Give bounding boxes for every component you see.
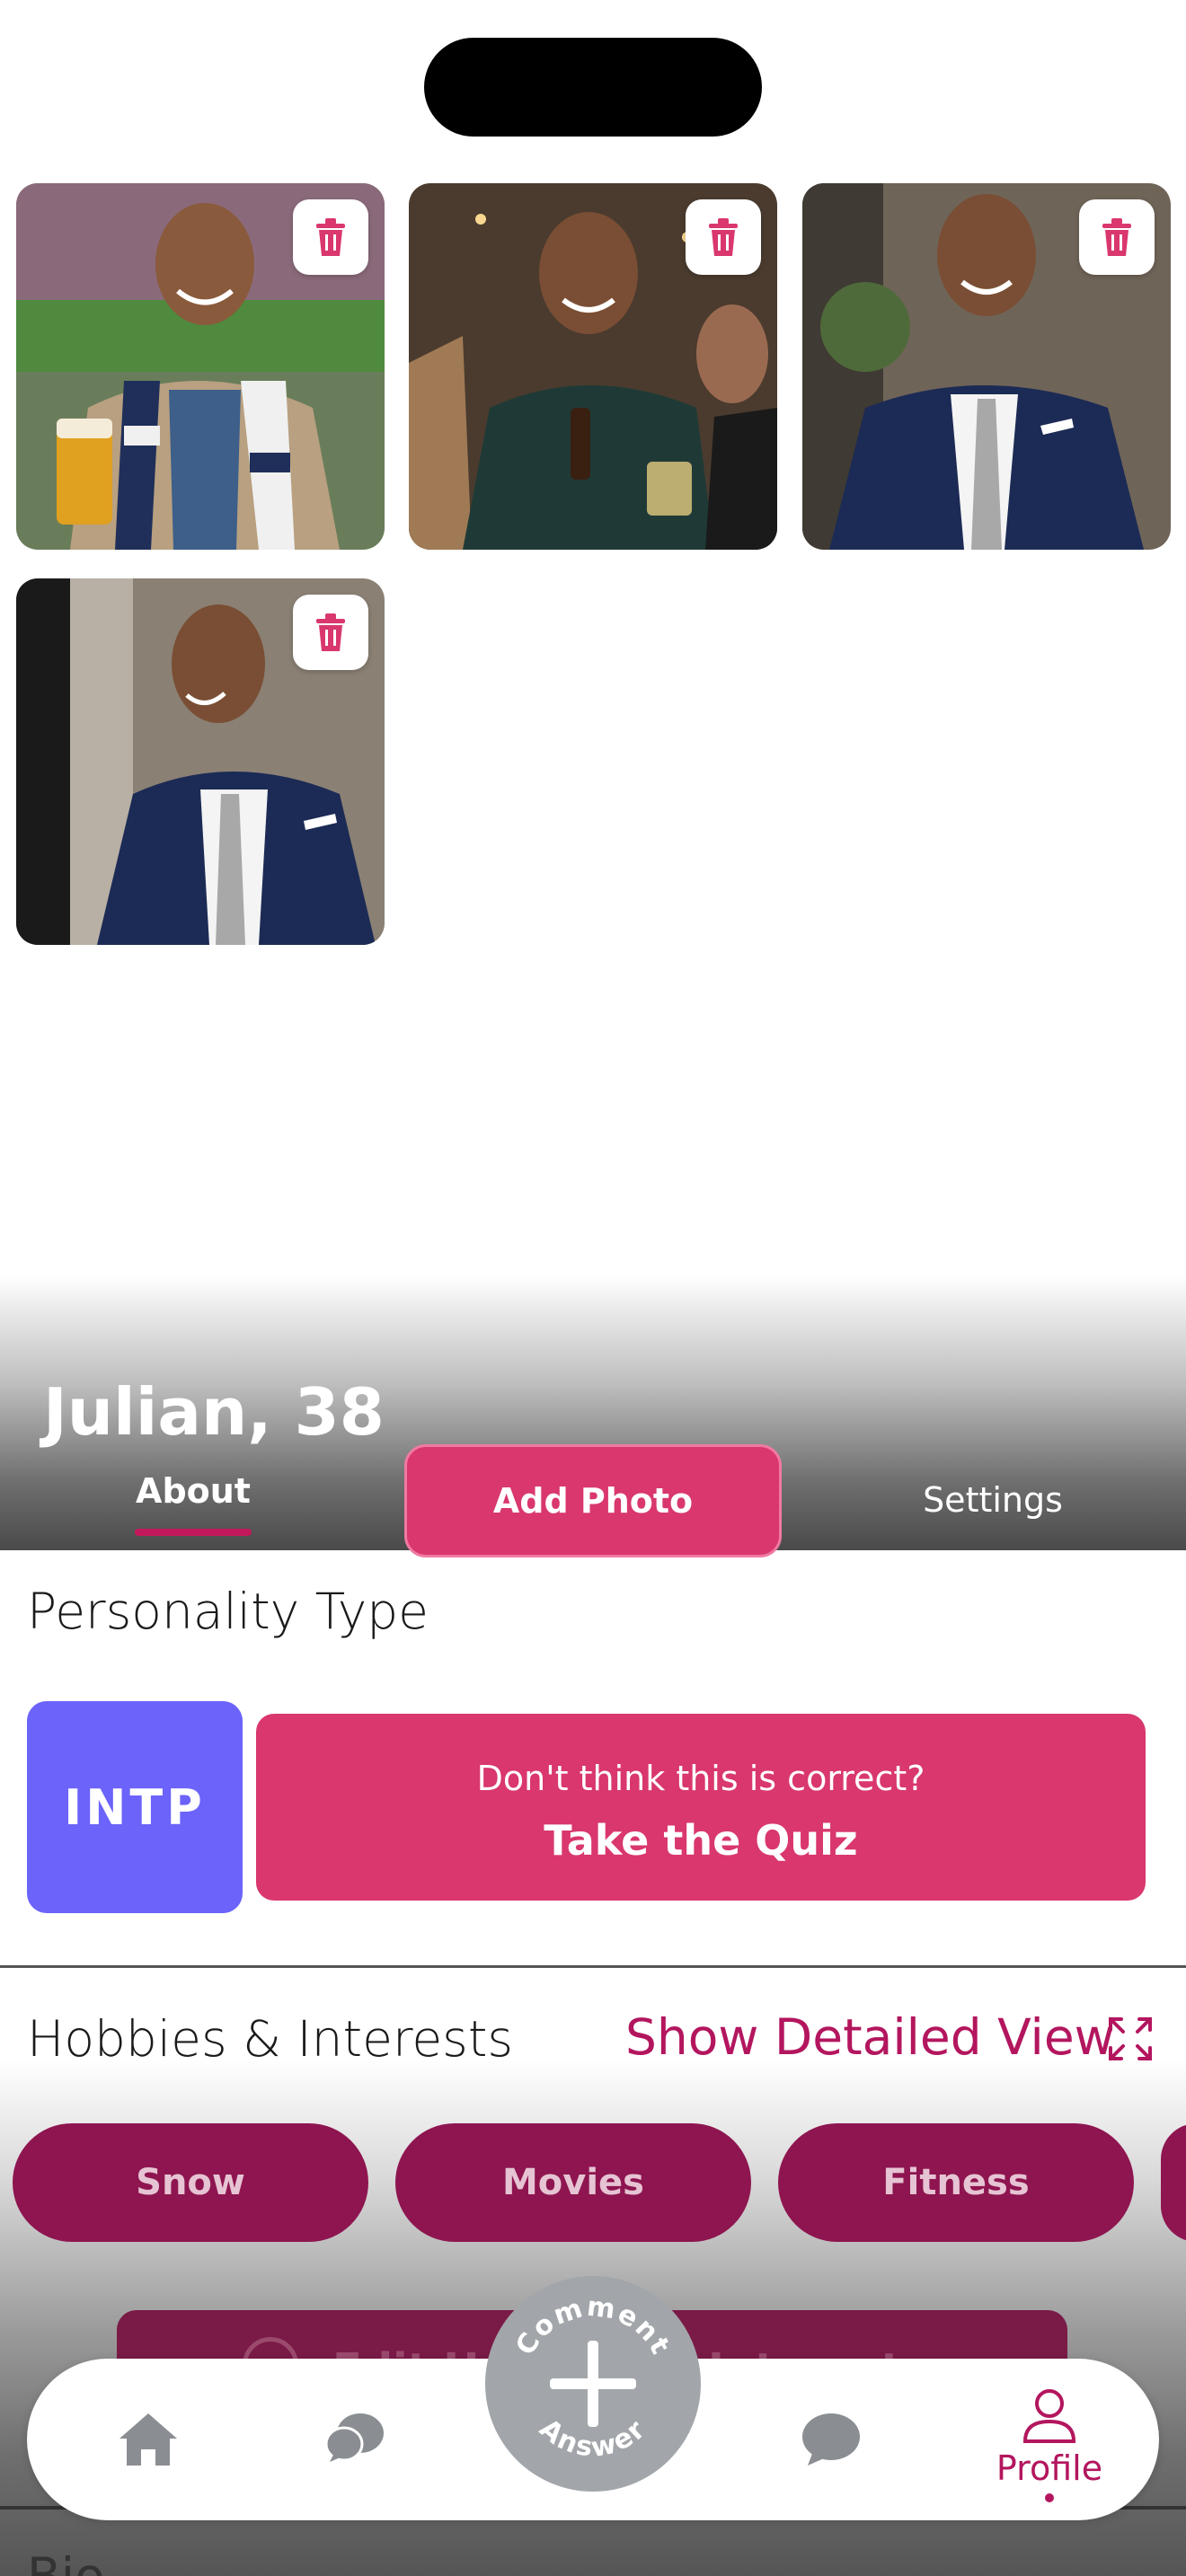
- delete-photo-button[interactable]: [1079, 199, 1155, 275]
- add-photo-button[interactable]: Add Photo: [404, 1444, 782, 1557]
- chat-bubbles-icon: [324, 2413, 384, 2462]
- delete-photo-button[interactable]: [293, 595, 368, 670]
- trash-icon: [1102, 218, 1131, 256]
- tab-about[interactable]: About: [135, 1471, 252, 1511]
- quiz-prompt: Don't think this is correct?: [476, 1759, 925, 1798]
- photo-tile[interactable]: [802, 183, 1171, 550]
- expand-icon[interactable]: [1107, 2016, 1154, 2062]
- profile-screen: Julian, 38 About Add Photo Settings Pers…: [0, 0, 1186, 2576]
- personality-type-badge: INTP: [27, 1701, 243, 1913]
- tab-home[interactable]: [99, 2404, 198, 2475]
- active-tab-indicator: [135, 1529, 252, 1536]
- photo-tile[interactable]: [16, 578, 385, 945]
- hobby-chip[interactable]: Fitness: [778, 2123, 1134, 2242]
- dynamic-island: [424, 38, 762, 137]
- quiz-action: Take the Quiz: [544, 1816, 858, 1865]
- photo-tile[interactable]: [409, 183, 777, 550]
- tab-profile[interactable]: Profile: [969, 2377, 1130, 2511]
- hobby-chip[interactable]: Snow: [13, 2123, 368, 2242]
- plus-icon: [550, 2341, 636, 2427]
- personality-title: Personality Type: [27, 1583, 429, 1640]
- hobby-chip[interactable]: Movies: [395, 2123, 751, 2242]
- home-icon: [119, 2413, 177, 2466]
- profile-name: Julian, 38: [43, 1374, 385, 1450]
- trash-icon: [709, 218, 738, 256]
- profile-icon: [1022, 2389, 1076, 2443]
- trash-icon: [316, 613, 345, 651]
- photo-tile[interactable]: [16, 183, 385, 550]
- bio-title: Bio: [27, 2547, 105, 2576]
- tab-settings[interactable]: Settings: [898, 1480, 1087, 1520]
- tab-messages[interactable]: [782, 2404, 881, 2475]
- tab-conversations[interactable]: [305, 2404, 404, 2475]
- delete-photo-button[interactable]: [293, 199, 368, 275]
- profile-tab-label: Profile: [996, 2448, 1103, 2488]
- active-tab-dot: [1045, 2493, 1054, 2502]
- section-divider: [0, 1965, 1186, 1968]
- comment-answer-button[interactable]: Comment Answer: [485, 2276, 701, 2492]
- hobbies-title: Hobbies & Interests: [27, 2010, 514, 2068]
- delete-photo-button[interactable]: [686, 199, 761, 275]
- chat-icon: [802, 2413, 860, 2466]
- show-detailed-view-link[interactable]: Show Detailed View: [625, 2008, 1115, 2066]
- take-quiz-button[interactable]: Don't think this is correct? Take the Qu…: [256, 1714, 1146, 1901]
- trash-icon: [316, 218, 345, 256]
